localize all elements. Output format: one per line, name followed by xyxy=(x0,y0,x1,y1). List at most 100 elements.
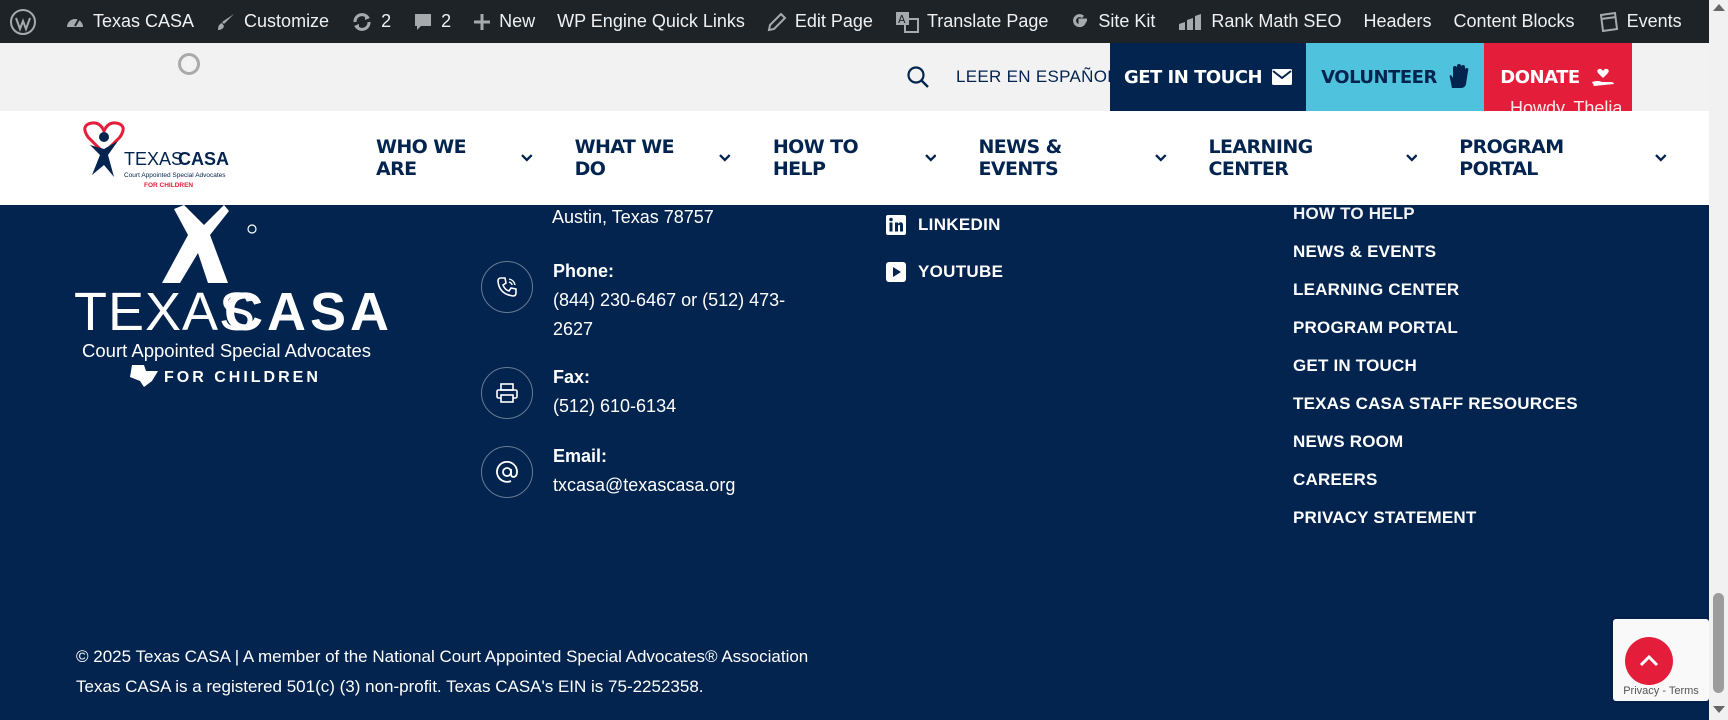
events-label: Events xyxy=(1626,11,1682,31)
comment-icon xyxy=(415,13,432,30)
fax-block: Fax: (512) 610-6134 xyxy=(481,363,676,421)
recaptcha-label[interactable]: Privacy - Terms xyxy=(1613,685,1709,697)
spanish-link[interactable]: LEER EN ESPAÑOL xyxy=(956,43,1117,111)
back-to-top-button[interactable] xyxy=(1625,637,1673,685)
printer-icon xyxy=(481,367,533,419)
address-line: Austin, Texas 78757 xyxy=(552,207,714,227)
chevron-down-icon xyxy=(1655,154,1667,162)
copyright: © 2025 Texas CASA | A member of the Nati… xyxy=(76,642,808,702)
edit-page-link[interactable]: Edit Page xyxy=(756,0,884,43)
footer-logo-word-b: CASA xyxy=(224,282,393,342)
volunteer-button[interactable]: VOLUNTEER xyxy=(1306,43,1484,111)
email-value[interactable]: txcasa@texascasa.org xyxy=(553,471,735,500)
new-label: New xyxy=(499,11,536,31)
fax-value: (512) 610-6134 xyxy=(553,396,677,416)
donate-hand-icon xyxy=(1591,68,1614,86)
comments-count: 2 xyxy=(441,11,452,31)
chevron-down-icon xyxy=(924,154,937,162)
at-sign-icon xyxy=(481,446,533,498)
quick-links-label: WP Engine Quick Links xyxy=(557,11,745,31)
plus-icon xyxy=(474,13,491,30)
chevron-down-icon xyxy=(521,154,533,162)
linkedin-icon xyxy=(886,215,906,235)
rank-math-link[interactable]: Rank Math SEO xyxy=(1166,0,1352,43)
site-name-link[interactable]: Texas CASA xyxy=(54,0,205,43)
get-in-touch-label: GET IN TOUCH xyxy=(1123,66,1263,88)
search-icon[interactable] xyxy=(906,65,930,94)
phone-block: Phone: (844) 230-6467 or (512) 473-2627 xyxy=(481,257,793,344)
chevron-down-icon xyxy=(1154,154,1167,162)
nav-label: LEARNING CENTER xyxy=(1208,136,1314,180)
nav-item-program-portal[interactable]: PROGRAM PORTAL xyxy=(1459,136,1667,180)
brush-icon xyxy=(218,13,235,30)
rank-math-icon xyxy=(1179,13,1202,30)
email-label: Email: xyxy=(553,446,608,466)
chevron-down-icon xyxy=(719,154,731,162)
nav-item-news-events[interactable]: NEWS & EVENTS xyxy=(978,136,1167,180)
translate-page-label: Translate Page xyxy=(926,11,1049,31)
copyright-line-1: © 2025 Texas CASA | A member of the Nati… xyxy=(76,647,809,666)
footer-link-staff-resources[interactable]: TEXAS CASA STAFF RESOURCES xyxy=(1293,385,1578,423)
footer-link-careers[interactable]: CAREERS xyxy=(1293,461,1578,499)
logo-tagline: Court Appointed Special Advocates xyxy=(124,172,226,179)
updates-link[interactable]: 2 xyxy=(340,0,402,43)
wordpress-logo-icon[interactable] xyxy=(8,0,54,43)
nav-item-learning-center[interactable]: LEARNING CENTER xyxy=(1209,136,1418,180)
content-blocks-link[interactable]: Content Blocks xyxy=(1443,0,1586,43)
scroll-up-arrow-icon[interactable] xyxy=(1713,4,1725,11)
customize-link[interactable]: Customize xyxy=(205,0,340,43)
footer-link-learning-center[interactable]: LEARNING CENTER xyxy=(1293,271,1578,309)
svg-text:A: A xyxy=(898,13,906,26)
events-link[interactable]: Events xyxy=(1586,0,1693,43)
edit-page-label: Edit Page xyxy=(794,11,873,31)
nav-menu: WHO WE ARE WHAT WE DO HOW TO HELP NEWS &… xyxy=(376,111,1709,205)
nav-label: NEWS & EVENTS xyxy=(978,136,1062,180)
nav-item-how-to-help[interactable]: HOW TO HELP xyxy=(773,136,937,180)
social-link-linkedin[interactable]: LINKEDIN xyxy=(886,215,1001,235)
updates-icon xyxy=(353,12,371,31)
dashboard-icon xyxy=(67,18,83,27)
footer-link-privacy[interactable]: PRIVACY STATEMENT xyxy=(1293,499,1578,537)
accessibility-icon[interactable] xyxy=(178,53,200,75)
google-g-icon xyxy=(1073,13,1088,27)
scrollbar-thumb[interactable] xyxy=(1713,593,1724,693)
logo-sub: FOR CHILDREN xyxy=(144,182,193,189)
footer-link-how-to-help[interactable]: HOW TO HELP xyxy=(1293,195,1578,233)
new-content-link[interactable]: New xyxy=(462,0,546,43)
comments-link[interactable]: 2 xyxy=(402,0,462,43)
site-name-label: Texas CASA xyxy=(93,11,195,31)
nav-label: HOW TO HELP xyxy=(772,136,859,180)
page-scrollbar[interactable] xyxy=(1709,0,1728,720)
footer-link-news-events[interactable]: NEWS & EVENTS xyxy=(1293,233,1578,271)
phone-value[interactable]: (844) 230-6467 or (512) 473-2627 xyxy=(553,286,793,344)
phone-icon xyxy=(481,261,533,313)
social-link-youtube[interactable]: YOUTUBE xyxy=(886,262,1003,282)
main-navigation: TEXAS CASA Court Appointed Special Advoc… xyxy=(0,111,1709,205)
nav-item-what-we-do[interactable]: WHAT WE DO xyxy=(575,136,731,180)
rank-math-label: Rank Math SEO xyxy=(1211,11,1342,31)
footer-link-program-portal[interactable]: PROGRAM PORTAL xyxy=(1293,309,1578,347)
footer-link-get-in-touch[interactable]: GET IN TOUCH xyxy=(1293,347,1578,385)
hand-icon xyxy=(1449,64,1469,88)
updates-count: 2 xyxy=(381,11,392,31)
phone-label: Phone: xyxy=(553,261,614,281)
get-in-touch-button[interactable]: GET IN TOUCH xyxy=(1110,43,1306,111)
nav-item-who-we-are[interactable]: WHO WE ARE xyxy=(376,136,533,180)
site-kit-link[interactable]: Site Kit xyxy=(1059,0,1166,43)
quick-links-menu[interactable]: WP Engine Quick Links xyxy=(546,0,756,43)
logo-word-b: CASA xyxy=(178,149,229,169)
footer-link-news-room[interactable]: NEWS ROOM xyxy=(1293,423,1578,461)
chevron-down-icon xyxy=(1405,154,1418,162)
footer-logo[interactable]: TEXAS CASA Court Appointed Special Advoc… xyxy=(74,205,404,395)
site-kit-label: Site Kit xyxy=(1098,11,1156,31)
pencil-icon xyxy=(767,12,787,31)
volunteer-label: VOLUNTEER xyxy=(1321,66,1437,88)
nav-label: WHO WE ARE xyxy=(376,136,467,180)
footer-logo-tagline: Court Appointed Special Advocates xyxy=(82,340,371,361)
scroll-down-arrow-icon[interactable] xyxy=(1713,706,1725,713)
texas-casa-logo[interactable]: TEXAS CASA Court Appointed Special Advoc… xyxy=(74,119,254,199)
content-blocks-label: Content Blocks xyxy=(1453,11,1575,31)
headers-link[interactable]: Headers xyxy=(1352,0,1442,43)
donate-label: DONATE xyxy=(1500,66,1580,88)
translate-page-link[interactable]: A Translate Page xyxy=(884,0,1059,43)
